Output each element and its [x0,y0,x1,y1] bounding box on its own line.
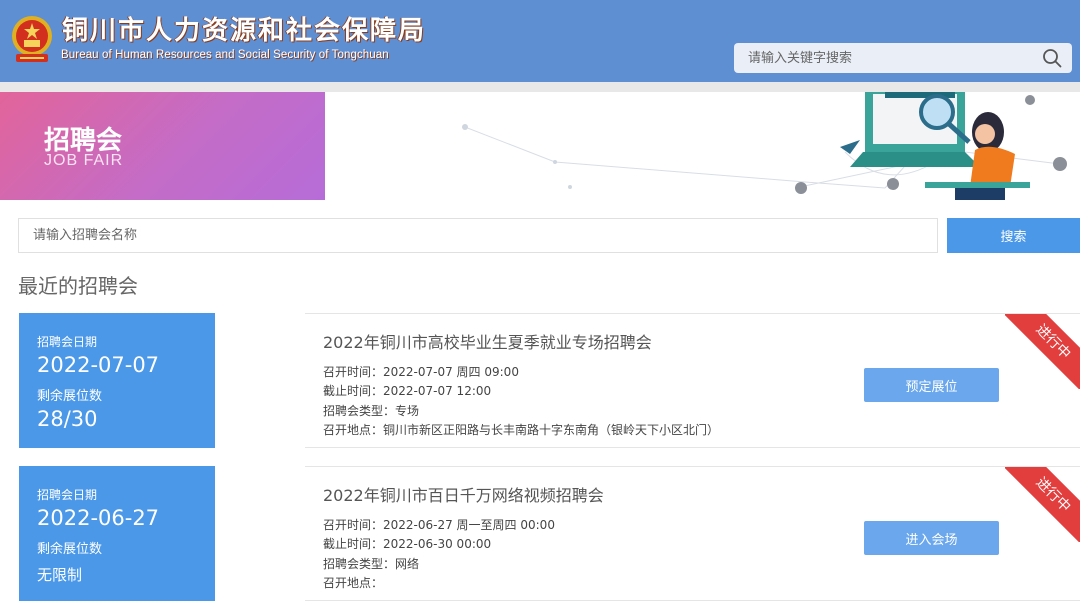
event-date-label: 招聘会日期 [37,488,98,502]
event-date: 2022-07-07 [37,353,160,377]
event-start-time: 召开时间：2022-06-27 周一至周四 00:00 [323,518,555,532]
job-fair-name-input[interactable] [18,218,938,253]
event-date-card: 招聘会日期 2022-06-27 剩余展位数 无限制 [19,466,215,601]
event-date: 2022-06-27 [37,506,160,530]
event-seats-label: 剩余展位数 [37,542,103,557]
status-ribbon: 进行中 [1005,314,1080,389]
event-item: 2022年铜川市百日千万网络视频招聘会 召开时间：2022-06-27 周一至周… [305,466,1080,601]
banner-subtitle: JOB FAIR [44,152,124,169]
site-header: 铜川市人力资源和社会保障局 Bureau of Human Resources … [0,0,1080,82]
event-deadline: 截止时间：2022-06-30 00:00 [323,537,492,551]
book-booth-button[interactable]: 预定展位 [864,368,999,402]
event-type: 招聘会类型：网络 [323,557,420,571]
enter-venue-button[interactable]: 进入会场 [864,521,999,555]
status-badge: 进行中 [1005,467,1080,542]
event-start-time: 召开时间：2022-07-07 周四 09:00 [323,365,519,379]
event-date-card: 招聘会日期 2022-07-07 剩余展位数 28/30 [19,313,215,448]
event-date-label: 招聘会日期 [37,335,98,349]
event-location: 召开地点： [323,576,384,590]
site-subtitle: Bureau of Human Resources and Social Sec… [61,49,389,61]
search-icon[interactable] [1042,48,1062,68]
event-seats-label: 剩余展位数 [37,389,103,404]
event-item: 2022年铜川市高校毕业生夏季就业专场招聘会 召开时间：2022-07-07 周… [305,313,1080,448]
national-emblem-icon [12,16,52,62]
section-title: 最近的招聘会 [18,274,138,298]
header-divider [0,82,1080,92]
banner-illustration [462,92,1067,200]
event-location: 召开地点：铜川市新区正阳路与长丰南路十字东南角（银岭天下小区北门） [323,423,720,437]
event-deadline: 截止时间：2022-07-07 12:00 [323,384,492,398]
banner-title-block: 招聘会 JOB FAIR [0,92,325,200]
site-search [734,43,1072,73]
job-fair-search-button[interactable]: 搜索 [947,218,1080,253]
site-search-input[interactable] [734,43,1034,73]
event-seats: 无限制 [37,566,83,584]
site-title: 铜川市人力资源和社会保障局 [62,16,427,46]
event-type: 招聘会类型：专场 [323,404,420,418]
job-fair-banner: 招聘会 JOB FAIR [0,92,1080,200]
status-ribbon: 进行中 [1005,467,1080,542]
event-title[interactable]: 2022年铜川市高校毕业生夏季就业专场招聘会 [323,329,652,353]
status-badge: 进行中 [1005,314,1080,389]
event-seats: 28/30 [37,407,98,431]
event-title[interactable]: 2022年铜川市百日千万网络视频招聘会 [323,482,604,506]
